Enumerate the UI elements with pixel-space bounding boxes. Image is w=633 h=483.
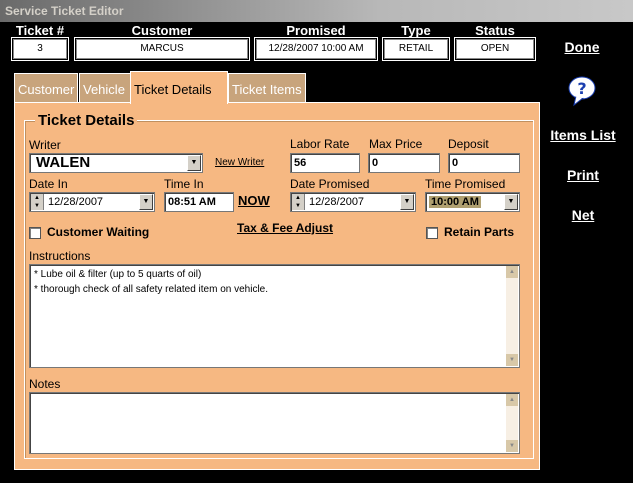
ticket-label: Ticket # xyxy=(15,23,65,38)
instructions-scrollbar[interactable]: ▲ ▼ xyxy=(506,266,518,366)
promised-label: Promised xyxy=(286,23,346,38)
scroll-down-icon[interactable]: ▼ xyxy=(506,354,518,366)
tab-vehicle[interactable]: Vehicle xyxy=(79,73,131,103)
net-link[interactable]: Net xyxy=(560,207,606,223)
time-promised-label: Time Promised xyxy=(425,177,506,191)
writer-label: Writer xyxy=(29,138,61,152)
status-field[interactable]: OPEN xyxy=(454,37,536,61)
instructions-line: * Lube oil & filter (up to 5 quarts of o… xyxy=(34,269,202,280)
deposit-input[interactable]: 0 xyxy=(448,153,520,173)
date-promised-label: Date Promised xyxy=(290,177,370,191)
new-writer-link[interactable]: New Writer xyxy=(215,157,264,168)
customer-waiting-label: Customer Waiting xyxy=(47,225,150,239)
scroll-up-icon[interactable]: ▲ xyxy=(506,394,518,406)
customer-label: Customer xyxy=(131,23,193,38)
chevron-down-icon[interactable]: ▼ xyxy=(400,194,414,210)
date-in-picker[interactable]: ▲ ▼ 12/28/2007 ▼ xyxy=(29,192,155,212)
date-in-label: Date In xyxy=(29,177,68,191)
labor-rate-input[interactable]: 56 xyxy=(290,153,360,173)
customer-field[interactable]: MARCUS xyxy=(74,37,250,61)
time-in-label: Time In xyxy=(164,177,204,191)
instructions-label: Instructions xyxy=(29,249,91,263)
time-promised-value: 10:00 AM xyxy=(429,196,481,208)
service-ticket-editor-window: Service Ticket Editor Ticket # 3 Custome… xyxy=(0,0,633,483)
group-title: Ticket Details xyxy=(35,112,138,129)
instructions-line: * thorough check of all safety related i… xyxy=(34,284,269,295)
chevron-down-icon[interactable]: ▼ xyxy=(187,155,201,171)
type-label: Type xyxy=(401,23,431,38)
items-list-link[interactable]: Items List xyxy=(546,127,620,143)
date-in-value: 12/28/2007 xyxy=(48,196,104,208)
notes-scrollbar[interactable]: ▲ ▼ xyxy=(506,394,518,452)
print-link[interactable]: Print xyxy=(556,167,610,183)
date-promised-value: 12/28/2007 xyxy=(309,196,365,208)
time-promised-select[interactable]: 10:00 AM ▼ xyxy=(425,192,520,212)
max-price-label: Max Price xyxy=(369,137,423,151)
chevron-down-icon[interactable]: ▼ xyxy=(139,194,153,210)
retain-parts-checkbox[interactable] xyxy=(426,227,438,239)
tab-ticket-items[interactable]: Ticket Items xyxy=(228,73,306,103)
done-button[interactable]: Done xyxy=(552,39,612,55)
date-in-spinner[interactable]: ▲ ▼ xyxy=(31,194,44,210)
title-bar: Service Ticket Editor xyxy=(0,0,633,22)
notes-textarea[interactable]: ▲ ▼ xyxy=(29,392,520,454)
time-in-input[interactable]: 08:51 AM xyxy=(164,192,234,212)
svg-text:?: ? xyxy=(577,79,586,98)
type-field[interactable]: RETAIL xyxy=(382,37,450,61)
customer-waiting-checkbox[interactable] xyxy=(29,227,41,239)
date-promised-picker[interactable]: ▲ ▼ 12/28/2007 ▼ xyxy=(290,192,416,212)
deposit-label: Deposit xyxy=(448,137,489,151)
retain-parts-label: Retain Parts xyxy=(444,225,515,239)
help-icon[interactable]: ? xyxy=(566,75,598,107)
status-label: Status xyxy=(475,23,515,38)
scroll-up-icon[interactable]: ▲ xyxy=(506,266,518,278)
notes-label: Notes xyxy=(29,377,61,391)
labor-rate-label: Labor Rate xyxy=(290,137,350,151)
date-promised-spinner[interactable]: ▲ ▼ xyxy=(292,194,305,210)
chevron-down-icon[interactable]: ▼ xyxy=(504,194,518,210)
now-button[interactable]: NOW xyxy=(238,193,270,208)
max-price-input[interactable]: 0 xyxy=(368,153,440,173)
writer-value: WALEN xyxy=(36,154,91,171)
writer-select[interactable]: WALEN ▼ xyxy=(29,153,203,173)
promised-field[interactable]: 12/28/2007 10:00 AM xyxy=(254,37,378,61)
ticket-details-panel: Ticket Details Writer WALEN ▼ New Writer… xyxy=(14,102,540,470)
scroll-down-icon[interactable]: ▼ xyxy=(506,440,518,452)
instructions-textarea[interactable]: * Lube oil & filter (up to 5 quarts of o… xyxy=(29,264,520,368)
window-title: Service Ticket Editor xyxy=(5,4,124,18)
tab-customer[interactable]: Customer xyxy=(14,73,78,103)
tax-fee-adjust-link[interactable]: Tax & Fee Adjust xyxy=(237,221,333,235)
tab-ticket-details[interactable]: Ticket Details xyxy=(130,71,228,104)
ticket-number-field[interactable]: 3 xyxy=(11,37,69,61)
